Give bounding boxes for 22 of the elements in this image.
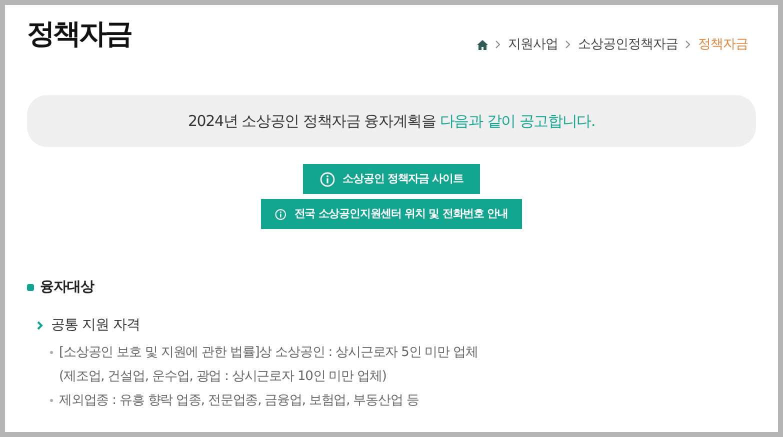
home-icon[interactable] (477, 40, 488, 50)
breadcrumb-link[interactable]: 소상공인정책자금 (578, 35, 678, 54)
bullet-icon (27, 284, 34, 291)
info-icon (320, 172, 335, 186)
bullet-icon (50, 351, 53, 354)
info-icon (275, 206, 286, 222)
link-button[interactable]: 소상공인 정책자금 사이트 (303, 164, 480, 194)
list-text: 제외업종 : 유흥 향락 업종, 전문업종, 금융업, 보험업, 부동산업 등 (59, 392, 419, 410)
page-title: 정책자금 (27, 16, 131, 52)
chevron-icon (37, 321, 43, 330)
chevron-icon (685, 40, 691, 50)
list-text: (제조업, 건설업, 운수업, 광업 : 상시근로자 10인 미만 업체) (59, 368, 388, 386)
chevron-icon (565, 40, 571, 50)
chevron-icon (495, 40, 501, 50)
link-button[interactable]: 전국 소상공인지원센터 위치 및 전화번호 안내 (261, 199, 522, 229)
breadcrumb-link[interactable]: 지원사업 (508, 35, 558, 54)
list-text: [소상공인 보호 및 지원에 관한 법률]상 소상공인 : 상시근로자 5인 미만 업체 (59, 344, 478, 362)
section-heading: 융자대상 (40, 278, 94, 297)
subheading: 공통 지원 자격 (51, 316, 140, 335)
breadcrumb-link[interactable]: 정책자금 (698, 35, 748, 54)
notice-text: 2024년 소상공인 정책자금 융자계획을 다음과 같이 공고합니다. (188, 110, 596, 132)
bullet-icon (50, 399, 53, 402)
